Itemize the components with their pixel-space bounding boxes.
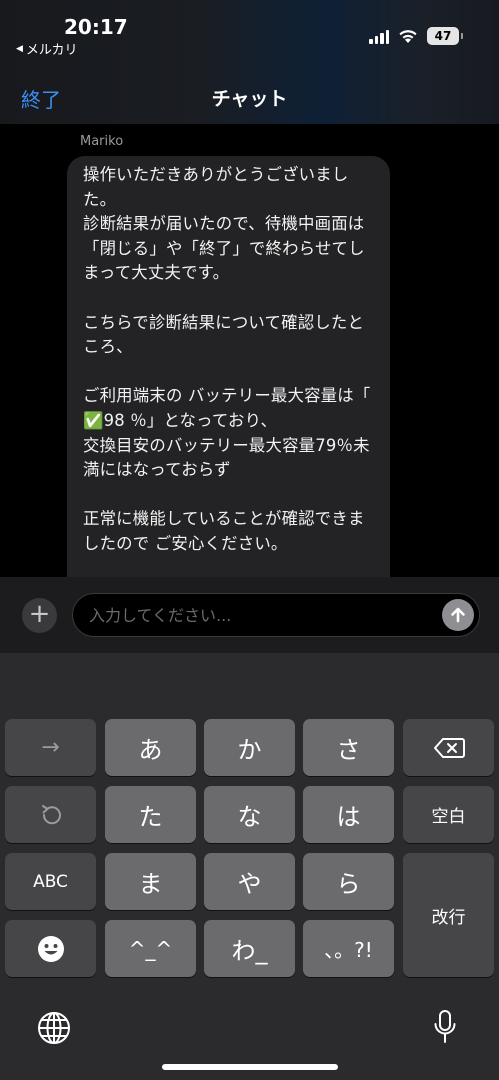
- message-input[interactable]: [89, 594, 429, 636]
- back-app-label: メルカリ: [25, 43, 78, 58]
- key-ra[interactable]: ら: [303, 853, 394, 910]
- send-button[interactable]: [442, 599, 474, 631]
- chat-area[interactable]: Mariko 操作いただきありがとうございました。 診断結果が届いたので、待機中…: [0, 124, 499, 577]
- microphone-icon[interactable]: [433, 1009, 457, 1045]
- key-undo[interactable]: [5, 786, 96, 843]
- arrow-up-icon: [451, 607, 465, 623]
- key-sa[interactable]: さ: [303, 719, 394, 776]
- delete-icon: [433, 737, 465, 758]
- home-indicator[interactable]: [162, 1064, 338, 1070]
- top-bar: 20:17 ◀ メルカリ 47 チャット 終了: [0, 0, 499, 124]
- key-abc[interactable]: ABC: [5, 853, 96, 910]
- message-input-bar: +: [0, 577, 499, 653]
- add-attachment-button[interactable]: +: [22, 598, 57, 633]
- done-button[interactable]: 終了: [21, 84, 61, 113]
- key-return[interactable]: 改行: [403, 853, 494, 977]
- key-ya[interactable]: や: [204, 853, 295, 910]
- cellular-signal-icon: [369, 29, 389, 44]
- message-field[interactable]: [72, 593, 480, 637]
- key-delete[interactable]: [403, 719, 494, 776]
- key-wa[interactable]: わ_: [204, 920, 295, 977]
- keyboard: → あ か さ た な は 空白 ABC ま や ら 改行 ^_^ わ_ 、。?…: [0, 653, 499, 1080]
- page-title: チャット: [211, 88, 288, 110]
- key-ma[interactable]: ま: [105, 853, 196, 910]
- key-punctuation[interactable]: 、。?!: [303, 920, 394, 977]
- undo-icon: [41, 804, 61, 824]
- key-ha[interactable]: は: [303, 786, 394, 843]
- globe-icon[interactable]: [37, 1011, 71, 1045]
- sender-name: Mariko: [80, 134, 124, 149]
- key-ta[interactable]: た: [105, 786, 196, 843]
- battery-icon: 47: [427, 27, 463, 45]
- status-time: 20:17: [64, 15, 128, 39]
- key-space[interactable]: 空白: [403, 786, 494, 843]
- key-a[interactable]: あ: [105, 719, 196, 776]
- back-to-app-link[interactable]: ◀ メルカリ: [16, 39, 78, 58]
- key-emoji[interactable]: [5, 920, 96, 977]
- key-kaomoji[interactable]: ^_^: [105, 920, 196, 977]
- key-na[interactable]: な: [204, 786, 295, 843]
- key-ka[interactable]: か: [204, 719, 295, 776]
- message-bubble: 操作いただきありがとうございました。 診断結果が届いたので、待機中画面は「閉じる…: [67, 156, 390, 577]
- wifi-icon: [399, 29, 417, 43]
- key-arrow[interactable]: →: [5, 719, 96, 776]
- emoji-icon: [37, 935, 64, 962]
- status-indicators: 47: [369, 27, 463, 45]
- back-triangle-icon: ◀: [16, 43, 23, 54]
